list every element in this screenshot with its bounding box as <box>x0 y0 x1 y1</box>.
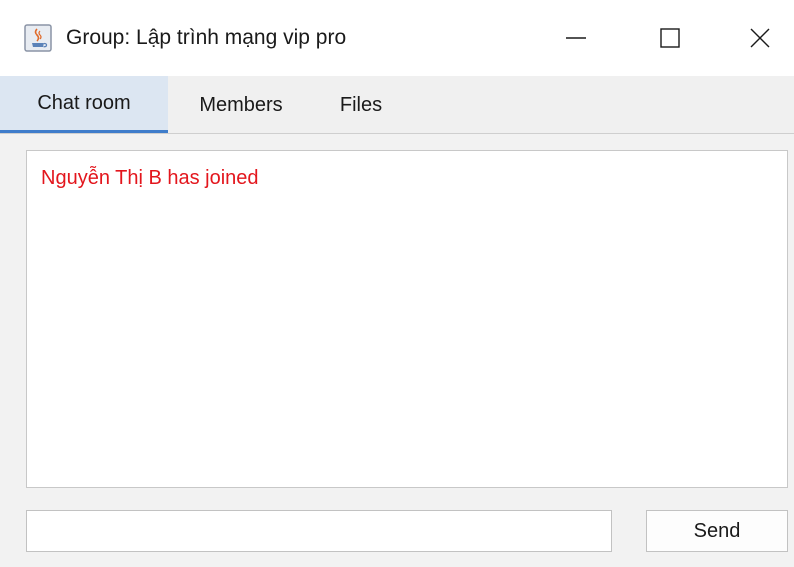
minimize-icon <box>566 37 586 39</box>
message-input[interactable] <box>26 510 612 552</box>
chat-messages-area[interactable]: Nguyễn Thị B has joined <box>26 150 788 488</box>
group-chat-window: Group: Lập trình mạng vip pro Chat room … <box>0 0 794 567</box>
window-title: Group: Lập trình mạng vip pro <box>66 26 347 49</box>
send-button[interactable]: Send <box>646 510 788 552</box>
close-icon <box>750 28 770 48</box>
tab-members[interactable]: Members <box>170 76 312 134</box>
system-message: Nguyễn Thị B has joined <box>41 167 259 189</box>
tab-bar-divider <box>0 133 794 134</box>
minimize-button[interactable] <box>546 8 606 68</box>
close-button[interactable] <box>730 8 790 68</box>
tab-bar: Chat room Members Files <box>0 76 794 134</box>
java-cup-icon <box>24 24 52 52</box>
tab-chat-room[interactable]: Chat room <box>0 76 168 134</box>
maximize-button[interactable] <box>640 8 700 68</box>
maximize-icon <box>660 28 680 48</box>
title-bar[interactable]: Group: Lập trình mạng vip pro <box>0 0 794 76</box>
tab-files[interactable]: Files <box>314 76 408 134</box>
